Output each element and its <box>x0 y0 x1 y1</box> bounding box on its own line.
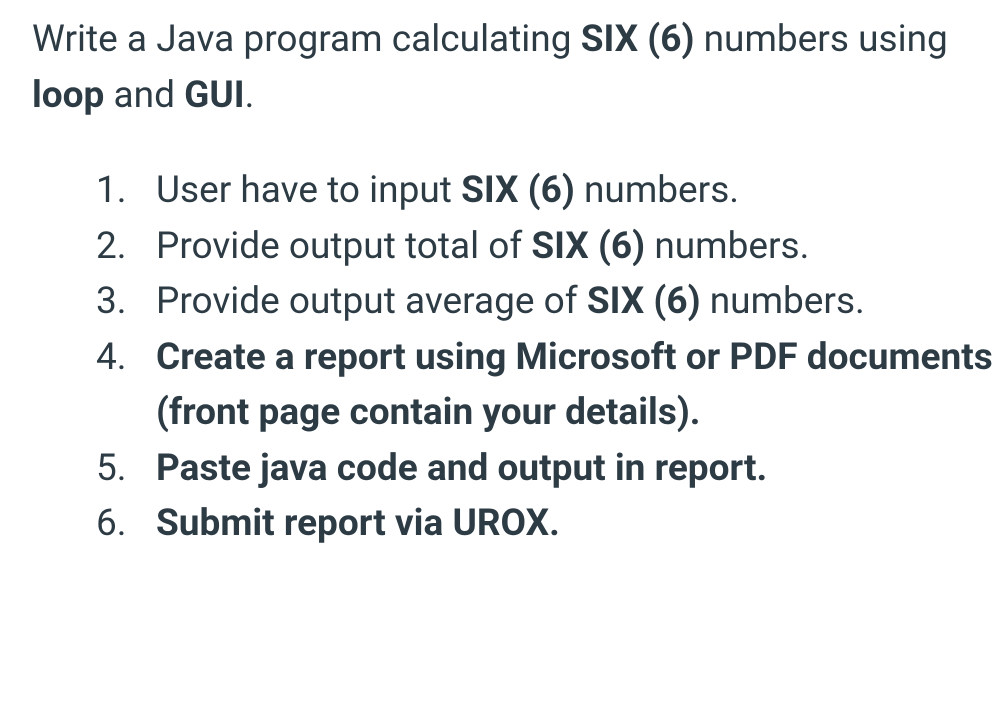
intro-text-2: numbers using <box>694 18 947 61</box>
intro-bold-3: GUI <box>184 74 244 117</box>
list-text: numbers. <box>701 280 865 323</box>
intro-bold-2: loop <box>32 74 104 117</box>
requirements-list: User have to input SIX (6) numbers. Prov… <box>32 163 993 552</box>
intro-bold-1: SIX (6) <box>581 18 695 61</box>
list-text-bold: Create a report using Microsoft or PDF d… <box>156 336 993 435</box>
list-item: Submit report via UROX. <box>96 496 993 552</box>
list-text-bold: SIX (6) <box>461 169 575 212</box>
list-text-bold: Paste java code and output in report. <box>156 447 767 490</box>
list-item: User have to input SIX (6) numbers. <box>96 163 993 219</box>
list-item: Provide output total of SIX (6) numbers. <box>96 219 993 275</box>
list-text: Provide output average of <box>156 280 587 323</box>
list-text-bold: SIX (6) <box>587 280 701 323</box>
intro-text-3: and <box>104 74 184 117</box>
list-item: Provide output average of SIX (6) number… <box>96 274 993 330</box>
list-text: User have to input <box>156 169 461 212</box>
list-text: numbers. <box>575 169 739 212</box>
list-text: Provide output total of <box>156 225 531 268</box>
list-text-bold: SIX (6) <box>531 225 645 268</box>
intro-paragraph: Write a Java program calculating SIX (6)… <box>32 12 993 123</box>
list-text: numbers. <box>645 225 809 268</box>
list-text-bold: Submit report via UROX. <box>156 502 560 545</box>
intro-text-1: Write a Java program calculating <box>32 18 581 61</box>
list-item: Create a report using Microsoft or PDF d… <box>96 330 993 441</box>
intro-text-4: . <box>245 74 255 117</box>
list-item: Paste java code and output in report. <box>96 441 993 497</box>
